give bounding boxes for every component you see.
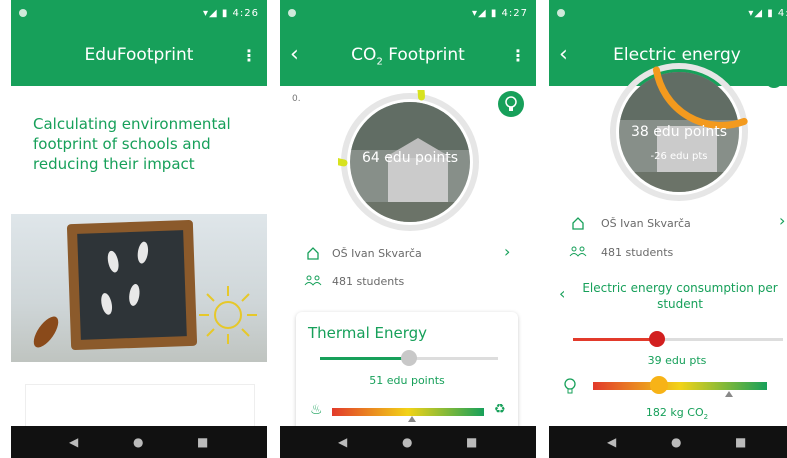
fire-icon: ♨ (310, 402, 323, 418)
school-name: OŠ Ivan Skvarča (601, 217, 691, 230)
card-points: 51 edu points (369, 374, 445, 387)
clock: 4:2 (777, 8, 787, 19)
thermal-gauge (332, 408, 484, 416)
phone-screen-home: ▾◢ ▮ 4:26 EduFootprint ⋮ Calculating env… (11, 0, 267, 458)
ring-score: 64 edu points (361, 150, 459, 166)
notification-icon (19, 9, 27, 17)
score-ring: 64 edu points (285, 28, 482, 234)
chevron-right-icon[interactable]: › (779, 211, 785, 230)
tagline: Calculating environmental footprint of s… (33, 115, 231, 173)
chevron-right-icon[interactable]: › (504, 242, 510, 261)
nav-recents-icon[interactable]: ■ (466, 435, 477, 449)
consumption-slider-fill (573, 338, 657, 341)
nav-recents-icon[interactable]: ■ (735, 435, 746, 449)
hero-image (11, 214, 267, 362)
student-count: 481 students (332, 275, 405, 288)
consumption-slider-knob[interactable] (649, 331, 665, 347)
recycle-icon: ♻ (494, 402, 506, 417)
nav-home-icon[interactable]: ● (671, 435, 681, 449)
status-bar: ▾◢ ▮ 4:2 (549, 0, 787, 28)
nav-home-icon[interactable]: ● (133, 435, 143, 449)
student-count: 481 students (601, 246, 674, 259)
nav-recents-icon[interactable]: ■ (197, 435, 208, 449)
app-bar: EduFootprint ⋮ (11, 28, 267, 86)
clock: 4:27 (501, 8, 528, 19)
menu-icon[interactable]: ⋮ (510, 46, 526, 65)
phone-screen-co2: ▾◢ ▮ 4:27 ‹ CO2 Footprint ⋮ 0. 64 edu po… (280, 0, 536, 458)
nav-bar: ◀ ● ■ (11, 426, 267, 458)
section-title: Electric energy consumption per student (582, 281, 778, 311)
slate-image (66, 219, 198, 351)
lightbulb-icon (564, 378, 576, 394)
people-icon (569, 246, 587, 257)
status-bar: ▾◢ ▮ 4:26 (11, 0, 267, 28)
chevron-left-icon[interactable]: ‹ (559, 284, 565, 303)
nav-bar: ◀ ● ■ (280, 426, 536, 458)
nav-home-icon[interactable]: ● (402, 435, 412, 449)
home-icon (572, 217, 584, 230)
card-title: Thermal Energy (308, 324, 428, 342)
electric-gauge (593, 382, 767, 390)
nav-back-icon[interactable]: ◀ (338, 435, 347, 449)
people-icon (304, 275, 322, 286)
ring-score: 38 edu points (630, 124, 728, 140)
nav-back-icon[interactable]: ◀ (69, 435, 78, 449)
score-ring: 38 edu points -26 edu pts (607, 40, 751, 204)
notification-icon (288, 9, 296, 17)
ring-delta: -26 edu pts (650, 151, 708, 162)
app-bar: ‹ CO2 Footprint ⋮ (280, 28, 536, 86)
notification-icon (557, 9, 565, 17)
page-title: CO2 Footprint (351, 45, 465, 68)
home-icon (307, 247, 319, 260)
leaf-icon (33, 316, 59, 348)
lightbulb-icon (505, 96, 517, 111)
school-name: OŠ Ivan Skvarča (332, 247, 422, 260)
gauge-marker (408, 416, 416, 422)
nav-back-icon[interactable]: ◀ (607, 435, 616, 449)
phone-screen-electric: ▾◢ ▮ 4:2 ‹ Electric energy 38 edu points… (549, 0, 787, 458)
corner-label: 0. (292, 94, 301, 104)
gauge-marker (725, 391, 733, 397)
thermal-slider-knob[interactable] (401, 350, 417, 366)
menu-icon[interactable]: ⋮ (241, 46, 257, 65)
sun-drawing-icon (199, 286, 257, 344)
lightbulb-button[interactable] (498, 91, 524, 117)
thermal-energy-card[interactable]: Thermal Energy 51 edu points ♨ ♻ (296, 312, 518, 432)
thermal-slider-fill (320, 357, 409, 360)
nav-bar: ◀ ● ■ (549, 426, 787, 458)
clock: 4:26 (232, 8, 259, 19)
app-title: EduFootprint (84, 45, 194, 65)
status-bar: ▾◢ ▮ 4:27 (280, 0, 536, 28)
co2-label: 182 kg CO2 (645, 406, 709, 422)
slider-points: 39 edu pts (647, 354, 707, 367)
gauge-knob (650, 376, 669, 394)
